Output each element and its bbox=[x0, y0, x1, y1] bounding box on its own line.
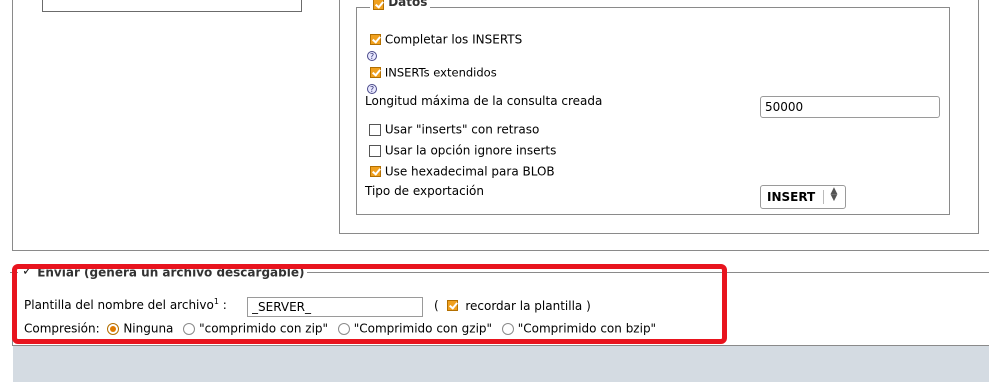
usar-retraso-checkbox[interactable] bbox=[369, 123, 381, 136]
highlight-annotation-box bbox=[12, 264, 727, 344]
usar-retraso-label: Usar "inserts" con retraso bbox=[384, 122, 540, 137]
footer-area bbox=[13, 346, 989, 382]
select-divider bbox=[823, 190, 824, 204]
help-icon[interactable]: ? bbox=[367, 51, 377, 61]
completar-inserts-row[interactable]: Completar los INSERTS bbox=[370, 32, 522, 47]
inserts-extendidos-row[interactable]: INSERTs extendidos bbox=[370, 65, 497, 80]
usar-retraso-row[interactable]: Usar "inserts" con retraso bbox=[369, 122, 539, 137]
use-hex-label: Use hexadecimal para BLOB bbox=[384, 164, 555, 179]
help-icon[interactable]: ? bbox=[367, 84, 377, 94]
completar-inserts-checkbox[interactable] bbox=[370, 34, 381, 45]
longitud-label: Longitud máxima de la consulta creada bbox=[365, 94, 603, 108]
tipo-exportacion-label: Tipo de exportación bbox=[365, 184, 484, 198]
use-hex-row[interactable]: Use hexadecimal para BLOB bbox=[370, 164, 555, 179]
inserts-extendidos-label: INSERTs extendidos bbox=[384, 65, 497, 80]
datos-legend-label: Datos bbox=[388, 0, 428, 9]
longitud-input[interactable] bbox=[760, 96, 940, 118]
completar-inserts-label: Completar los INSERTS bbox=[384, 32, 523, 47]
use-hex-checkbox[interactable] bbox=[370, 166, 381, 177]
usar-ignore-checkbox[interactable] bbox=[369, 144, 381, 157]
datos-legend[interactable]: Datos bbox=[370, 0, 431, 13]
tipo-exportacion-value: INSERT bbox=[767, 190, 816, 204]
usar-ignore-row[interactable]: Usar la opción ignore inserts bbox=[369, 143, 556, 158]
tipo-exportacion-select[interactable]: INSERT ▲ ▼ bbox=[760, 185, 846, 209]
chevron-updown-icon: ▲ ▼ bbox=[830, 186, 838, 203]
usar-ignore-label: Usar la opción ignore inserts bbox=[384, 143, 557, 158]
datos-checkbox[interactable] bbox=[373, 0, 384, 10]
inserts-extendidos-checkbox[interactable] bbox=[370, 67, 381, 78]
